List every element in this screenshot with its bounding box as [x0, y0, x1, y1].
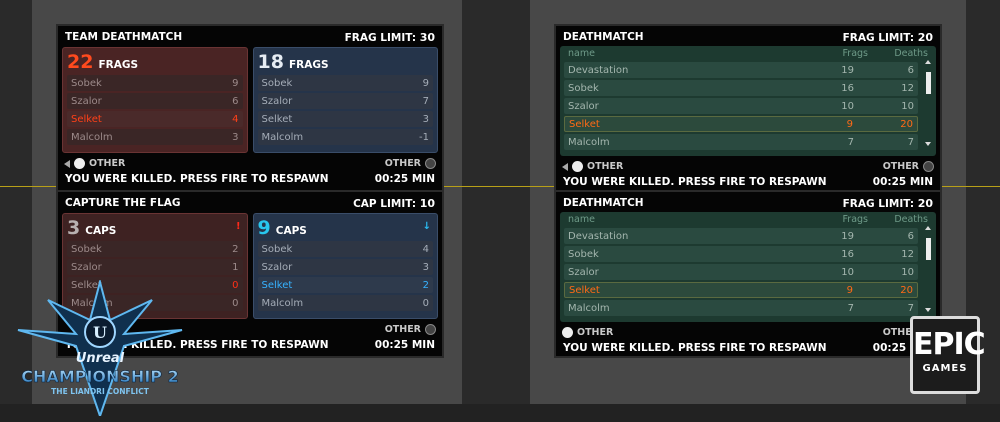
button-dot-icon [425, 324, 436, 335]
scroll-thumb [925, 238, 931, 260]
respawn-message: YOU WERE KILLED. PRESS FIRE TO RESPAWN 0… [563, 175, 933, 188]
button-dot-icon [425, 158, 436, 169]
button-dot-icon [572, 161, 583, 172]
flag-down-icon: ↓ [422, 221, 431, 232]
deathmatch-panel-bottom: DEATHMATCH FRAG LIMIT: 20 name Frags Death… [554, 190, 942, 358]
player-row: Malcolm 7 7 [564, 300, 918, 316]
player-row: Szalor 7 [257, 93, 433, 109]
player-row: Sobek 16 12 [564, 80, 918, 96]
other-right-button[interactable]: OTHER [385, 158, 436, 169]
button-dot-icon [562, 327, 573, 338]
respawn-message: YOU WERE KILLED. PRESS FIRE TO RESPAWN 0… [563, 341, 933, 354]
scroll-down-icon [925, 142, 931, 146]
column-headers: name Frags Deaths [568, 214, 928, 225]
other-switch: OTHER OTHER [62, 156, 438, 171]
player-row: Malcolm 0 [257, 295, 433, 311]
other-switch: OTHER OTHER [560, 325, 936, 340]
player-row: Szalor 10 10 [564, 98, 918, 114]
limit-readout: FRAG LIMIT: 20 [842, 30, 933, 44]
red-team: 22 FRAGS Sobek 9 Szalor 6 Selket 4 Malcolm 3 [62, 47, 248, 153]
match-timer: 00:25 MIN [374, 338, 435, 351]
svg-text:THE LIANDRI CONFLICT: THE LIANDRI CONFLICT [51, 387, 150, 396]
match-timer: 00:25 MIN [374, 172, 435, 185]
blue-team: 18 FRAGS Sobek 9 Szalor 7 Selket 3 Malcolm -… [252, 47, 438, 153]
player-row: Malcolm -1 [257, 129, 433, 145]
column-headers: name Frags Deaths [568, 48, 928, 59]
unreal-championship-logo: U Unreal CHAMPIONSHIP 2 THE LIANDRI CONF… [17, 280, 183, 416]
player-row: Szalor 3 [257, 259, 433, 275]
limit-readout: FRAG LIMIT: 30 [344, 30, 435, 44]
game-mode-title: DEATHMATCH [563, 197, 644, 209]
red-team-score: 22 FRAGS [67, 51, 139, 73]
game-mode-title: DEATHMATCH [563, 31, 644, 43]
blue-team-score: 9 CAPS ↓ [257, 217, 432, 239]
other-switch: OTHER OTHER [560, 159, 936, 174]
player-row: Sobek 2 [67, 241, 243, 257]
other-right-button[interactable]: OTHER [385, 324, 436, 335]
player-row: Sobek 9 [67, 75, 243, 91]
button-dot-icon [74, 158, 85, 169]
team-deathmatch-panel: TEAM DEATHMATCH FRAG LIMIT: 30 22 FRAGS … [56, 24, 444, 192]
panel-header: CAPTURE THE FLAG CAP LIMIT: 10 [62, 195, 438, 211]
player-row: Malcolm 3 [67, 129, 243, 145]
player-row-self: Selket 9 20 [564, 282, 918, 298]
player-row: Sobek 16 12 [564, 246, 918, 262]
player-row: Devastation 19 6 [564, 62, 918, 78]
svg-text:Unreal: Unreal [76, 351, 125, 366]
panel-header: DEATHMATCH FRAG LIMIT: 20 [560, 29, 936, 45]
left-arrow-icon [562, 162, 568, 171]
player-row-self: Selket 2 [257, 277, 433, 293]
other-left-button[interactable]: OTHER [562, 161, 623, 172]
player-row: Selket 3 [257, 111, 433, 127]
svg-text:CHAMPIONSHIP 2: CHAMPIONSHIP 2 [21, 367, 178, 386]
red-team-score: 3 CAPS ! [67, 217, 241, 239]
blue-team-score: 18 FRAGS [257, 51, 329, 73]
player-row: Sobek 9 [257, 75, 433, 91]
button-dot-icon [923, 161, 934, 172]
epic-games-logo: EPIC GAMES [910, 316, 986, 394]
team-columns: 22 FRAGS Sobek 9 Szalor 6 Selket 4 Malcolm 3… [62, 47, 438, 153]
scroll-down-icon [925, 308, 931, 312]
panel-header: DEATHMATCH FRAG LIMIT: 20 [560, 195, 936, 211]
deathmatch-panel-top: DEATHMATCH FRAG LIMIT: 20 name Frags Death… [554, 24, 942, 192]
panel-header: TEAM DEATHMATCH FRAG LIMIT: 30 [62, 29, 438, 45]
game-mode-title: CAPTURE THE FLAG [65, 197, 181, 209]
player-row-self: Selket 4 [67, 111, 243, 127]
limit-readout: CAP LIMIT: 10 [353, 196, 435, 210]
other-right-button[interactable]: OTHER [883, 161, 934, 172]
player-row: Szalor 1 [67, 259, 243, 275]
flag-alert-icon: ! [235, 221, 241, 232]
scroll-thumb [925, 72, 931, 94]
other-left-button[interactable]: OTHER [562, 327, 613, 338]
game-mode-title: TEAM DEATHMATCH [65, 31, 183, 43]
blue-team: 9 CAPS ↓ Sobek 4 Szalor 3 Selket 2 Malcolm 0 [252, 213, 438, 319]
limit-readout: FRAG LIMIT: 20 [842, 196, 933, 210]
other-left-button[interactable]: OTHER [64, 158, 125, 169]
list-scrollbar[interactable] [924, 60, 932, 146]
scroll-up-icon [925, 226, 931, 230]
player-row: Malcolm 7 7 [564, 134, 918, 150]
player-row-self: Selket 9 20 [564, 116, 918, 132]
player-row: Szalor 10 10 [564, 264, 918, 280]
player-row: Szalor 6 [67, 93, 243, 109]
match-timer: 00:25 MIN [872, 175, 933, 188]
svg-text:U: U [93, 323, 107, 342]
scoreboard-list: name Frags Deaths Devastation 19 6 Sobek 16 12… [560, 212, 936, 322]
respawn-message: YOU WERE KILLED. PRESS FIRE TO RESPAWN 0… [65, 172, 435, 185]
player-row: Devastation 19 6 [564, 228, 918, 244]
list-scrollbar[interactable] [924, 226, 932, 312]
left-arrow-icon [64, 159, 70, 168]
scroll-up-icon [925, 60, 931, 64]
scoreboard-list: name Frags Deaths Devastation 19 6 Sobek 16 12… [560, 46, 936, 156]
screenshot-stage: TEAM DEATHMATCH FRAG LIMIT: 30 22 FRAGS … [0, 0, 1000, 422]
player-row: Sobek 4 [257, 241, 433, 257]
